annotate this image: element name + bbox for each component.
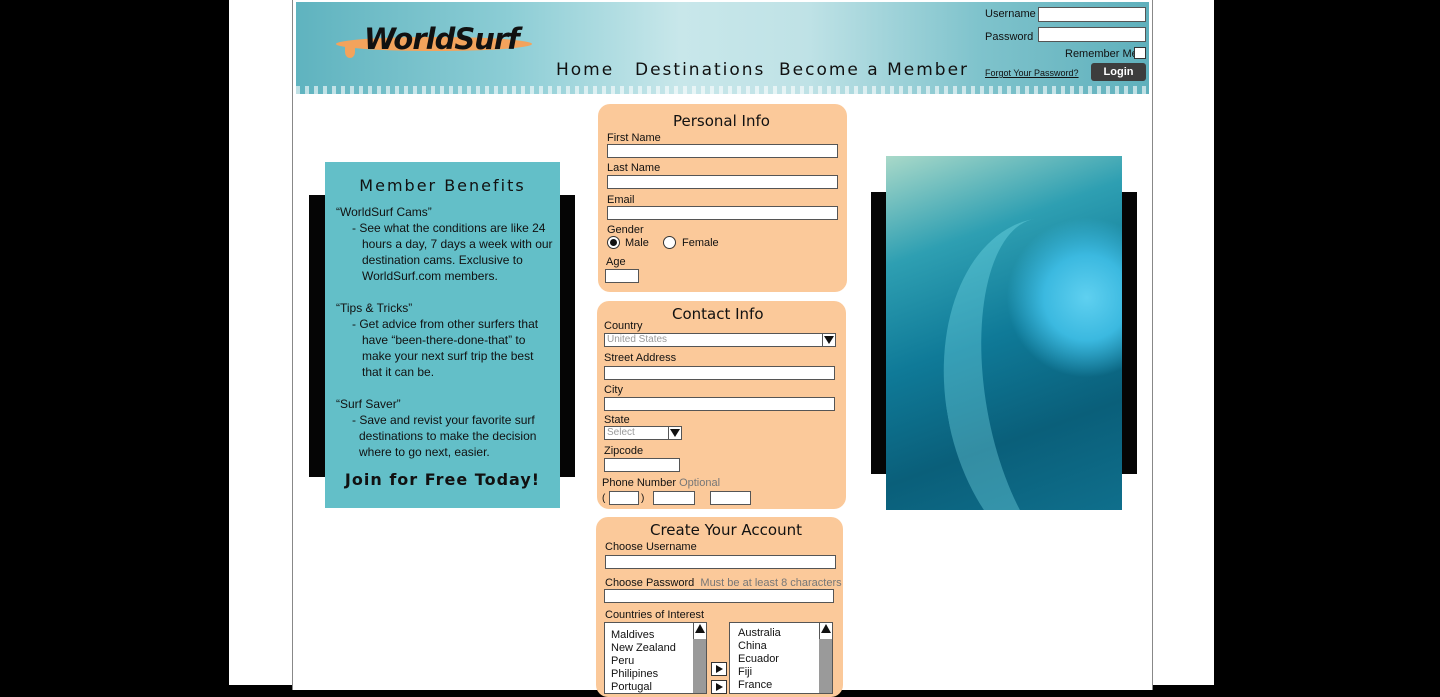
country-select[interactable]: United States: [604, 333, 836, 347]
phone-optional-hint: Optional: [679, 477, 721, 489]
nav-become-member[interactable]: Become a Member: [779, 60, 969, 80]
benefit-text: WorldSurf.com members.: [362, 269, 498, 283]
remember-me-label: Remember Me: [1065, 48, 1138, 60]
first-name-input[interactable]: [607, 144, 838, 158]
street-label: Street Address: [604, 352, 677, 364]
list-item[interactable]: Maldives: [611, 629, 654, 641]
benefit-text: destinations to make the decision: [359, 429, 537, 443]
first-name-label: First Name: [607, 132, 661, 144]
member-benefits-panel: Member Benefits “WorldSurf Cams” - See w…: [325, 162, 560, 508]
create-account-title: Create Your Account: [650, 521, 802, 539]
phone-line-input[interactable]: [710, 491, 751, 505]
username-input[interactable]: [1038, 7, 1146, 22]
benefit-heading-saver: “Surf Saver”: [336, 397, 401, 411]
selected-countries-list[interactable]: Australia China Ecuador Fiji France: [729, 622, 833, 694]
personal-info-title: Personal Info: [673, 112, 770, 130]
contact-info-title: Contact Info: [672, 305, 764, 323]
benefit-text: destination cams. Exclusive to: [362, 253, 523, 267]
nav-destinations[interactable]: Destinations: [635, 60, 765, 80]
phone-prefix-input[interactable]: [653, 491, 695, 505]
benefits-title: Member Benefits: [359, 176, 526, 195]
benefit-text: hours a day, 7 days a week with our: [362, 237, 553, 251]
scroll-up-icon[interactable]: [821, 624, 831, 633]
last-name-input[interactable]: [607, 175, 838, 189]
available-countries-list[interactable]: Maldives New Zealand Peru Philipines Por…: [604, 622, 707, 694]
wave-photo: [886, 156, 1122, 510]
list-item[interactable]: Australia: [738, 627, 781, 639]
street-input[interactable]: [604, 366, 835, 380]
surfboard-fin-icon: [345, 46, 355, 58]
state-select[interactable]: Select: [604, 426, 682, 440]
countries-interest-label: Countries of Interest: [605, 609, 705, 621]
phone-area-code-input[interactable]: [609, 491, 639, 505]
username-label: Username: [985, 8, 1036, 20]
gender-female-label: Female: [682, 237, 719, 249]
dropdown-arrow-icon[interactable]: [822, 334, 835, 346]
zipcode-input[interactable]: [604, 458, 680, 472]
benefit-text: where to go next, easier.: [359, 445, 490, 459]
scroll-up-icon[interactable]: [695, 624, 705, 633]
benefit-text: that it can be.: [362, 365, 435, 379]
password-choose-text: Choose Password: [605, 577, 695, 589]
age-label: Age: [606, 256, 626, 268]
state-value: Select: [607, 427, 635, 438]
city-label: City: [604, 384, 623, 396]
phone-paren-close: ): [641, 493, 645, 504]
email-label: Email: [607, 194, 635, 206]
list-item[interactable]: Peru: [611, 655, 634, 667]
password-label: Password: [985, 31, 1034, 43]
choose-password-input[interactable]: [604, 589, 834, 603]
benefit-heading-cams: “WorldSurf Cams”: [336, 205, 432, 219]
phone-paren-open: (: [602, 493, 606, 504]
gender-label: Gender: [607, 224, 644, 236]
list-item[interactable]: Portugal: [611, 681, 652, 693]
username-choose-label: Choose Username: [605, 541, 697, 553]
last-name-label: Last Name: [607, 162, 661, 174]
city-input[interactable]: [604, 397, 835, 411]
choose-username-input[interactable]: [605, 555, 836, 569]
gender-female-radio[interactable]: [663, 236, 676, 249]
state-label: State: [604, 414, 630, 426]
list-item[interactable]: China: [738, 640, 767, 652]
move-left-button[interactable]: [711, 680, 727, 694]
password-input[interactable]: [1038, 27, 1146, 42]
nav-home[interactable]: Home: [556, 60, 614, 80]
site-logo[interactable]: WorldSurf: [364, 22, 520, 56]
login-button[interactable]: Login: [1091, 63, 1146, 81]
dropdown-arrow-icon[interactable]: [668, 427, 681, 439]
list-item[interactable]: Fiji: [738, 666, 752, 678]
join-cta[interactable]: Join for Free Today!: [325, 470, 560, 489]
list-item[interactable]: France: [738, 679, 772, 691]
gender-male-radio[interactable]: [607, 236, 620, 249]
list-item[interactable]: Ecuador: [738, 653, 779, 665]
country-value: United States: [607, 334, 668, 345]
remember-me-checkbox[interactable]: [1134, 47, 1146, 59]
email-input[interactable]: [607, 206, 838, 220]
move-right-icon[interactable]: [711, 662, 727, 676]
list-item[interactable]: New Zealand: [611, 642, 676, 654]
benefit-text: - Save and revist your favorite surf: [352, 413, 535, 427]
country-label: Country: [604, 320, 643, 332]
password-choose-label: Choose Password Must be at least 8 chara…: [605, 577, 842, 589]
benefit-text: - Get advice from other surfers that: [352, 317, 539, 331]
benefit-text: have “been-there-done-that” to: [362, 333, 526, 347]
list-item[interactable]: Philipines: [611, 668, 658, 680]
zipcode-label: Zipcode: [604, 445, 644, 457]
phone-label-text: Phone Number: [602, 477, 676, 489]
forgot-password-link[interactable]: Forgot Your Password?: [985, 68, 1079, 78]
benefit-heading-tips: “Tips & Tricks”: [336, 301, 413, 315]
gender-male-label: Male: [625, 237, 649, 249]
age-input[interactable]: [605, 269, 639, 283]
phone-label: Phone Number Optional: [602, 477, 720, 489]
benefit-text: - See what the conditions are like 24: [352, 221, 546, 235]
password-hint: Must be at least 8 characters: [700, 577, 842, 589]
benefit-text: make your next surf trip the best: [362, 349, 534, 363]
